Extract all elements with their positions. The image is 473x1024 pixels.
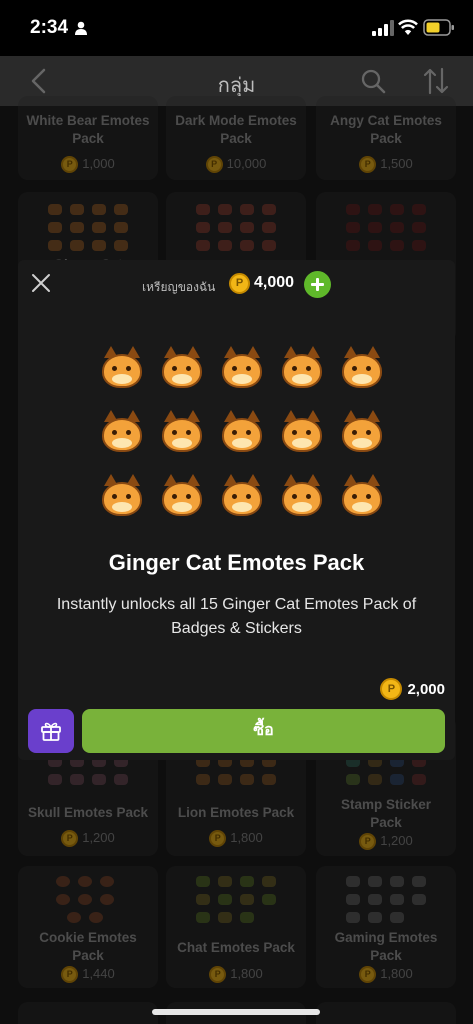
wallet-label: เหรียญของฉัน	[142, 280, 216, 294]
sort-icon[interactable]	[423, 67, 449, 95]
price-amount: 2,000	[407, 680, 445, 698]
status-time: 2:34	[30, 17, 69, 38]
emote-sticker	[336, 406, 388, 456]
status-bar: 2:34	[0, 0, 473, 56]
person-icon	[75, 21, 87, 35]
coin-icon	[380, 678, 403, 700]
emote-sticker	[96, 342, 148, 392]
pack-price: 2,000	[380, 678, 445, 700]
battery-icon	[423, 19, 454, 36]
emote-sticker	[336, 470, 388, 520]
gift-icon	[41, 722, 61, 741]
emote-sticker	[216, 406, 268, 456]
emote-sticker	[276, 406, 328, 456]
add-coins-button[interactable]	[304, 271, 331, 298]
emote-sticker	[96, 406, 148, 456]
wallet-balance: เหรียญของฉัน 4,000	[18, 270, 455, 300]
emote-sticker	[336, 342, 388, 392]
buy-button[interactable]: ซื้อ	[82, 709, 445, 753]
emote-preview-grid	[96, 342, 386, 532]
pack-description: Instantly unlocks all 15 Ginger Cat Emot…	[56, 596, 417, 637]
pack-name: Ginger Cat Emotes Pack	[108, 550, 365, 575]
emote-sticker	[216, 470, 268, 520]
purchase-modal: เหรียญของฉัน 4,000 Ginger Cat Emotes Pac…	[18, 260, 455, 760]
wallet-amount: 4,000	[254, 274, 295, 291]
search-icon[interactable]	[360, 68, 386, 94]
wifi-icon	[398, 19, 418, 35]
signal-icon	[372, 20, 394, 36]
home-indicator[interactable]	[152, 1009, 320, 1015]
emote-sticker	[216, 342, 268, 392]
emote-sticker	[156, 470, 208, 520]
emote-sticker	[276, 342, 328, 392]
emote-sticker	[156, 406, 208, 456]
emote-sticker	[96, 470, 148, 520]
emote-sticker	[156, 342, 208, 392]
screen: 2:34 กลุ่ม White Bear Emotes Pack P1,000…	[0, 0, 473, 1024]
gift-button[interactable]	[28, 709, 74, 753]
emote-sticker	[276, 470, 328, 520]
coin-icon	[229, 273, 250, 294]
